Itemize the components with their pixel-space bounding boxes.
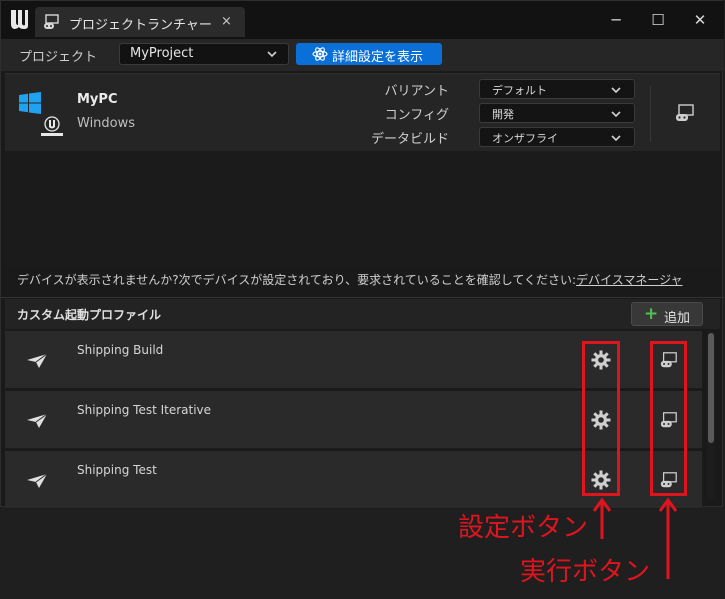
paper-plane-icon — [27, 413, 47, 428]
tab-project-launcher[interactable]: プロジェクトランチャー × — [35, 7, 245, 37]
project-row: プロジェクト MyProject 詳細設定を表示 — [1, 39, 724, 71]
device-hint-text: デバイスが表示されませんか?次でデバイスが設定されており、要求されていることを確… — [17, 273, 577, 287]
profile-name: Shipping Build — [77, 343, 164, 357]
settings-button-annotation: 設定ボタン — [458, 513, 589, 543]
device-name: MyPC — [77, 92, 118, 107]
tab-title: プロジェクトランチャー — [69, 18, 212, 33]
section-divider — [1, 297, 724, 298]
chevron-down-icon — [267, 51, 277, 58]
gamepad-monitor-icon — [44, 14, 59, 29]
add-profile-label: 追加 — [664, 311, 691, 326]
add-profile-button[interactable]: + 追加 — [631, 302, 703, 326]
profiles-scrollbar[interactable] — [707, 331, 715, 499]
settings-buttons-highlight — [582, 341, 620, 496]
custom-profiles-header: カスタム起動プロファイル + 追加 — [5, 299, 720, 329]
config-value: 開発 — [492, 108, 514, 121]
config-label: コンフィグ — [384, 108, 449, 123]
scrollbar-thumb[interactable] — [708, 333, 714, 443]
run-arrow-icon — [658, 498, 678, 579]
paper-plane-icon — [27, 353, 47, 368]
data-build-label: データビルド — [370, 132, 449, 147]
tab-close-icon[interactable]: × — [221, 14, 232, 29]
config-dropdown[interactable]: 開発 — [479, 103, 635, 123]
show-advanced-button[interactable]: 詳細設定を表示 — [296, 43, 442, 65]
device-list-empty-area — [5, 151, 720, 266]
run-button-annotation: 実行ボタン — [520, 557, 651, 587]
plus-icon: + — [644, 304, 659, 324]
close-window-button[interactable]: ✕ — [689, 9, 711, 31]
variant-label: バリアント — [384, 84, 449, 99]
profile-name: Shipping Test — [77, 463, 157, 477]
device-os: Windows — [77, 116, 136, 131]
atom-icon — [312, 47, 328, 61]
data-build-value: オンザフライ — [492, 132, 558, 145]
project-dropdown-value: MyProject — [130, 46, 194, 61]
data-build-dropdown[interactable]: オンザフライ — [479, 127, 635, 147]
variant-dropdown[interactable]: デフォルト — [479, 79, 635, 99]
show-advanced-label: 詳細設定を表示 — [332, 50, 424, 65]
device-manager-link[interactable]: デバイスマネージャ — [576, 273, 682, 287]
profile-name: Shipping Test Iterative — [77, 403, 212, 417]
device-separator — [650, 86, 651, 142]
title-bar: プロジェクトランチャー × ─ ☐ ✕ — [1, 1, 724, 39]
maximize-button[interactable]: ☐ — [647, 9, 669, 31]
chevron-down-icon — [611, 111, 621, 118]
variant-value: デフォルト — [492, 84, 547, 97]
custom-profiles-title: カスタム起動プロファイル — [17, 308, 162, 322]
device-panel: MyPC Windows バリアント デフォルト コンフィグ 開発 データビルド… — [5, 73, 720, 151]
unreal-logo-icon — [11, 10, 28, 29]
device-hint: デバイスが表示されませんか?次でデバイスが設定されており、要求されていることを確… — [17, 271, 683, 288]
paper-plane-icon — [27, 473, 47, 488]
settings-arrow-icon — [592, 498, 612, 539]
launch-device-icon[interactable] — [675, 104, 695, 122]
minimize-button[interactable]: ─ — [605, 9, 627, 31]
windows-logo-icon — [19, 92, 41, 114]
chevron-down-icon — [611, 87, 621, 94]
unreal-engine-logo-icon — [41, 116, 63, 136]
project-label: プロジェクト — [19, 50, 98, 65]
chevron-down-icon — [611, 135, 621, 142]
project-dropdown[interactable]: MyProject — [119, 43, 289, 65]
run-buttons-highlight — [650, 341, 687, 496]
